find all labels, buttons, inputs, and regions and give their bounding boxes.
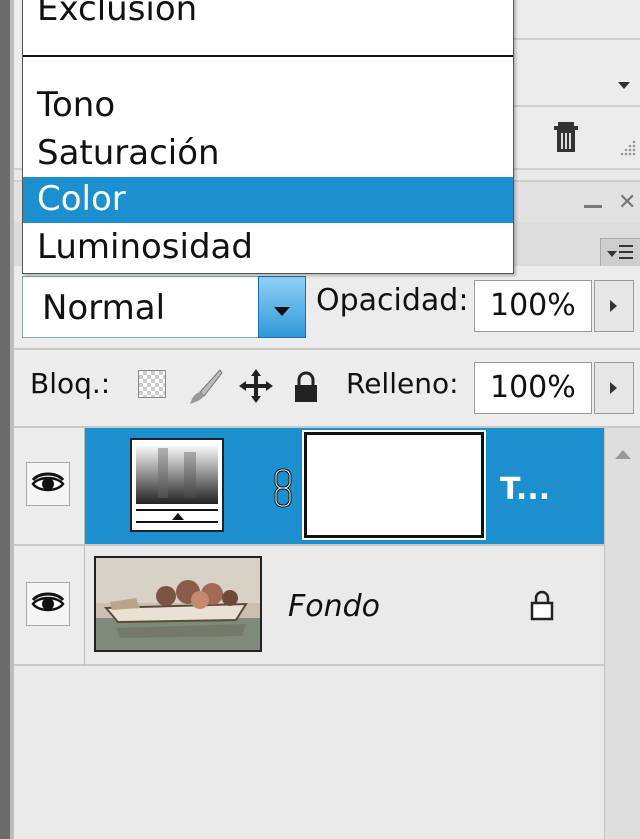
lock-icon	[530, 590, 554, 621]
divider	[14, 544, 604, 546]
opacity-label: Opacidad:	[316, 283, 469, 318]
chevron-down-icon	[274, 307, 290, 316]
background-layer-thumbnail[interactable]	[94, 556, 262, 652]
scroll-up-icon[interactable]	[615, 450, 631, 459]
lock-label: Bloq.:	[30, 367, 111, 400]
visibility-eye-icon[interactable]	[26, 462, 70, 506]
menu-item-hue[interactable]: Tono	[23, 83, 513, 127]
lock-pixels-brush-icon[interactable]	[186, 366, 226, 406]
menu-item-luminosity[interactable]: Luminosidad	[23, 225, 513, 269]
fill-label: Relleno:	[346, 367, 459, 400]
menu-separator	[23, 55, 513, 57]
visibility-eye-icon[interactable]	[26, 582, 70, 626]
upper-panel-divider	[514, 105, 640, 107]
layers-scrollbar[interactable]	[604, 428, 640, 839]
blend-mode-menu: Exclusión Tono Saturación Color Luminosi…	[22, 0, 514, 274]
adjustment-layer-thumbnail[interactable]	[130, 438, 224, 532]
menu-item-saturation[interactable]: Saturación	[23, 131, 513, 175]
blend-mode-value: Normal	[42, 288, 166, 328]
eye-icon	[31, 592, 65, 612]
gradient-adjustment-icon	[136, 444, 218, 523]
eye-icon	[31, 472, 65, 492]
lock-position-move-icon[interactable]	[236, 366, 276, 406]
fill-slider-button[interactable]	[594, 362, 634, 414]
close-icon[interactable]: ✕	[618, 192, 636, 214]
blend-mode-dropdown-button[interactable]	[258, 276, 306, 338]
upper-panel-divider	[514, 38, 640, 40]
trash-icon[interactable]	[552, 120, 580, 154]
scroll-down-icon[interactable]	[618, 82, 630, 89]
chevron-down-icon	[607, 251, 617, 257]
divider	[14, 664, 604, 666]
minimize-icon[interactable]	[584, 205, 602, 208]
menu-item-color-selected[interactable]: Color	[23, 177, 513, 223]
boat-photo-image	[96, 558, 260, 650]
window-frame-left	[0, 0, 10, 839]
fill-value: 100%	[490, 370, 576, 405]
menu-lines-icon	[619, 245, 633, 263]
panel-menu-button[interactable]	[600, 238, 640, 267]
column-divider	[84, 428, 85, 666]
lock-all-icon[interactable]	[290, 370, 322, 404]
lock-transparency-icon[interactable]	[138, 370, 166, 398]
layer-name[interactable]: T...	[500, 472, 550, 508]
resize-grip-icon[interactable]	[618, 138, 638, 158]
opacity-value: 100%	[490, 288, 576, 323]
opacity-slider-button[interactable]	[594, 280, 634, 332]
chevron-right-icon	[610, 382, 617, 394]
layer-name[interactable]: Fondo	[288, 588, 380, 626]
menu-item-exclusion[interactable]: Exclusión	[23, 0, 513, 31]
chain-link-icon[interactable]	[272, 468, 294, 508]
layer-mask-thumbnail[interactable]	[302, 430, 486, 540]
chevron-right-icon	[610, 300, 617, 312]
